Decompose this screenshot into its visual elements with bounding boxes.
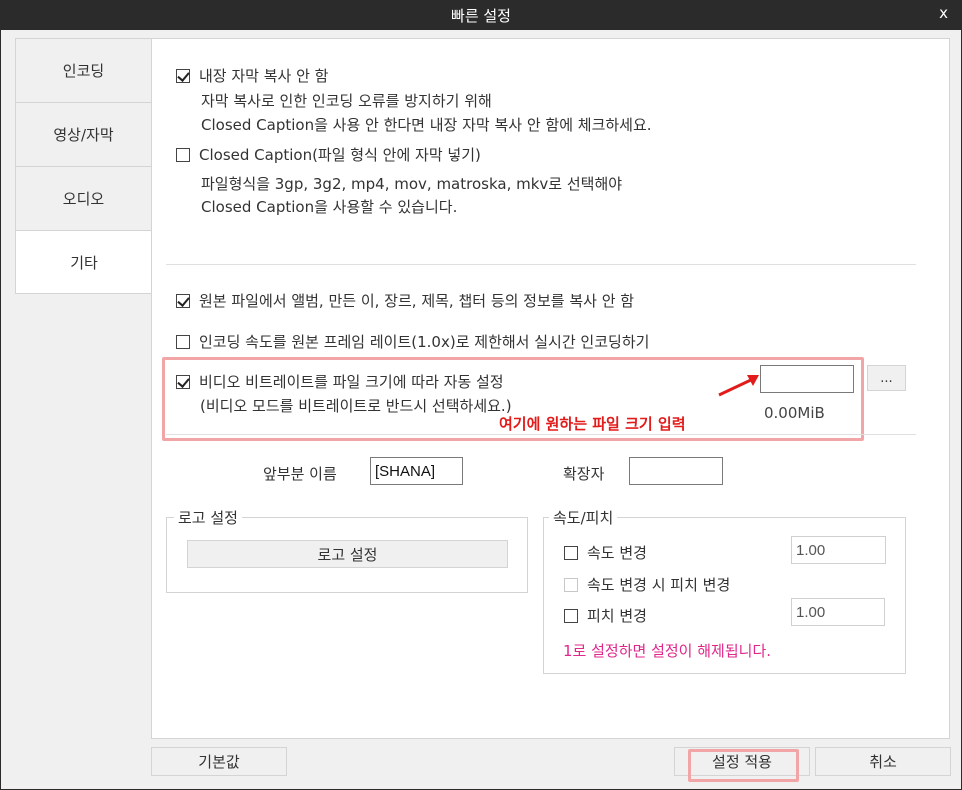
speed-change-option[interactable]: 속도 변경 — [564, 542, 647, 563]
speed-change-label: 속도 변경 — [587, 544, 647, 562]
cancel-button[interactable]: 취소 — [815, 747, 951, 776]
closed-caption-option[interactable]: Closed Caption(파일 형식 안에 자막 넣기) — [176, 144, 481, 165]
auto-bitrate-desc: (비디오 모드를 비트레이트로 반드시 선택하세요.) — [200, 397, 512, 415]
speed-value-input[interactable] — [791, 536, 886, 564]
sidebar-item-label: 기타 — [70, 253, 98, 272]
no-copy-metadata-checkbox[interactable] — [176, 293, 190, 308]
no-copy-metadata-option[interactable]: 원본 파일에서 앨범, 만든 이, 장르, 제목, 챕터 등의 정보를 복사 안… — [176, 290, 634, 311]
file-size-input[interactable] — [760, 365, 854, 393]
auto-bitrate-checkbox[interactable] — [176, 374, 190, 389]
no-copy-subtitle-label: 내장 자막 복사 안 함 — [199, 67, 329, 85]
sidebar-item-label: 영상/자막 — [53, 126, 114, 144]
realtime-encoding-checkbox[interactable] — [176, 334, 190, 349]
sidebar-item-label: 인코딩 — [62, 62, 105, 80]
logo-settings-button[interactable]: 로고 설정 — [187, 540, 508, 568]
extension-input[interactable] — [629, 457, 723, 485]
close-button[interactable]: x — [939, 4, 948, 22]
speed-change-checkbox[interactable] — [564, 545, 578, 560]
realtime-encoding-option[interactable]: 인코딩 속도를 원본 프레임 레이트(1.0x)로 제한해서 실시간 인코딩하기 — [176, 331, 649, 352]
no-copy-subtitle-desc-1: 자막 복사로 인한 인코딩 오류를 방지하기 위해 — [201, 92, 492, 110]
file-size-browse-button[interactable]: ... — [867, 365, 906, 391]
prefix-input[interactable] — [370, 457, 463, 485]
no-copy-subtitle-option[interactable]: 내장 자막 복사 안 함 — [176, 65, 328, 86]
closed-caption-checkbox[interactable] — [176, 147, 190, 162]
extension-label: 확장자 — [563, 465, 605, 483]
pitch-with-speed-label: 속도 변경 시 피치 변경 — [587, 576, 731, 594]
default-button[interactable]: 기본값 — [151, 747, 287, 776]
no-copy-subtitle-desc-2: Closed Caption을 사용 안 한다면 내장 자막 복사 안 함에 체… — [201, 116, 652, 134]
sidebar-item-label: 오디오 — [62, 190, 105, 208]
logo-group-title: 로고 설정 — [174, 507, 242, 528]
apply-highlight-box — [688, 749, 799, 782]
closed-caption-desc-1: 파일형식을 3gp, 3g2, mp4, mov, matroska, mkv로… — [201, 175, 623, 193]
no-copy-subtitle-checkbox[interactable] — [176, 68, 190, 83]
divider — [166, 264, 916, 265]
sidebar-item-encoding[interactable]: 인코딩 — [15, 38, 152, 102]
annotation-arrow-icon — [718, 375, 759, 397]
sidebar-item-video-subtitle[interactable]: 영상/자막 — [15, 102, 152, 166]
pitch-change-option[interactable]: 피치 변경 — [564, 605, 647, 626]
pitch-change-checkbox[interactable] — [564, 608, 578, 623]
pitch-with-speed-option[interactable]: 속도 변경 시 피치 변경 — [564, 574, 730, 595]
auto-bitrate-label: 비디오 비트레이트를 파일 크기에 따라 자동 설정 — [199, 373, 504, 391]
speed-pitch-note: 1로 설정하면 설정이 해제됩니다. — [563, 642, 772, 660]
sidebar-item-audio[interactable]: 오디오 — [15, 166, 152, 230]
window-title: 빠른 설정 — [451, 7, 511, 25]
pitch-change-label: 피치 변경 — [587, 607, 647, 625]
pitch-with-speed-checkbox[interactable] — [564, 577, 578, 592]
annotation-label: 여기에 원하는 파일 크기 입력 — [499, 415, 686, 433]
no-copy-metadata-label: 원본 파일에서 앨범, 만든 이, 장르, 제목, 챕터 등의 정보를 복사 안… — [199, 292, 635, 310]
dialog-window: 인코딩 영상/자막 오디오 기타 내장 자막 복사 안 함 자막 복사로 인한 … — [0, 30, 962, 790]
pitch-value-input[interactable] — [791, 598, 885, 626]
realtime-encoding-label: 인코딩 속도를 원본 프레임 레이트(1.0x)로 제한해서 실시간 인코딩하기 — [199, 333, 650, 351]
closed-caption-desc-2: Closed Caption을 사용할 수 있습니다. — [201, 198, 458, 216]
title-bar: 빠른 설정 x — [0, 0, 962, 30]
divider — [166, 434, 916, 435]
closed-caption-label: Closed Caption(파일 형식 안에 자막 넣기) — [199, 146, 481, 164]
auto-bitrate-option[interactable]: 비디오 비트레이트를 파일 크기에 따라 자동 설정 — [176, 371, 504, 392]
file-size-readout: 0.00MiB — [764, 404, 825, 422]
prefix-label: 앞부분 이름 — [263, 465, 337, 483]
sidebar: 인코딩 영상/자막 오디오 기타 — [15, 38, 152, 294]
settings-panel: 내장 자막 복사 안 함 자막 복사로 인한 인코딩 오류를 방지하기 위해 C… — [151, 38, 950, 739]
sidebar-item-etc[interactable]: 기타 — [15, 230, 152, 294]
speed-pitch-group-title: 속도/피치 — [549, 507, 618, 528]
